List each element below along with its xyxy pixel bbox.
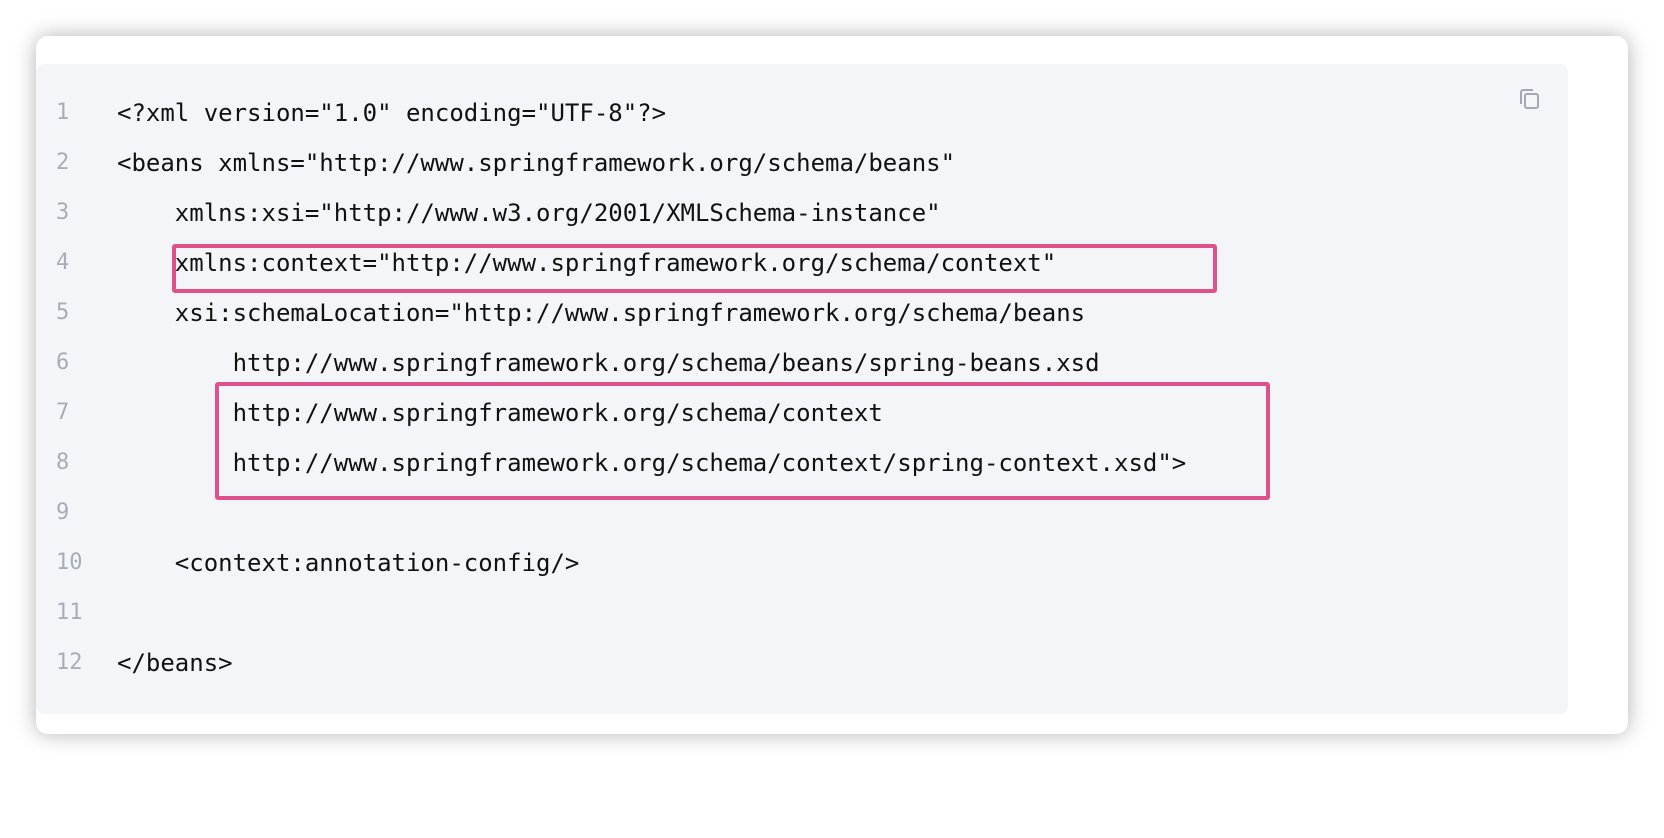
line-number: 8 [56,450,70,475]
code-text: <context:annotation-config/> [117,549,580,577]
code-line: 12 </beans> [36,638,1568,688]
code-text: xmlns:xsi="http://www.w3.org/2001/XMLSch… [117,199,941,227]
code-line: 4 xmlns:context="http://www.springframew… [36,238,1568,288]
line-number: 10 [56,550,83,575]
code-lines: 1 <?xml version="1.0" encoding="UTF-8"?>… [36,88,1568,688]
line-number: 1 [56,100,70,125]
code-text: xsi:schemaLocation="http://www.springfra… [117,299,1086,327]
code-line: 11 [36,588,1568,638]
code-text: </beans> [117,649,233,677]
line-number: 11 [56,600,83,625]
code-text: http://www.springframework.org/schema/co… [117,399,883,427]
code-line: 1 <?xml version="1.0" encoding="UTF-8"?> [36,88,1568,138]
code-line: 7 http://www.springframework.org/schema/… [36,388,1568,438]
code-line: 3 xmlns:xsi="http://www.w3.org/2001/XMLS… [36,188,1568,238]
code-line: 5 xsi:schemaLocation="http://www.springf… [36,288,1568,338]
line-number: 3 [56,200,70,225]
line-number: 2 [56,150,70,175]
line-number: 7 [56,400,70,425]
code-line: 9 [36,488,1568,538]
line-number: 12 [56,650,83,675]
code-line: 8 http://www.springframework.org/schema/… [36,438,1568,488]
code-line: 10 <context:annotation-config/> [36,538,1568,588]
code-line: 2 <beans xmlns="http://www.springframewo… [36,138,1568,188]
code-text: xmlns:context="http://www.springframewor… [117,249,1057,277]
line-number: 9 [56,500,70,525]
code-text: <?xml version="1.0" encoding="UTF-8"?> [117,99,667,127]
code-text: http://www.springframework.org/schema/be… [117,349,1100,377]
code-line: 6 http://www.springframework.org/schema/… [36,338,1568,388]
code-text: http://www.springframework.org/schema/co… [117,449,1187,477]
line-number: 4 [56,250,70,275]
line-number: 6 [56,350,70,375]
line-number: 5 [56,300,70,325]
code-text: <beans xmlns="http://www.springframework… [117,149,956,177]
